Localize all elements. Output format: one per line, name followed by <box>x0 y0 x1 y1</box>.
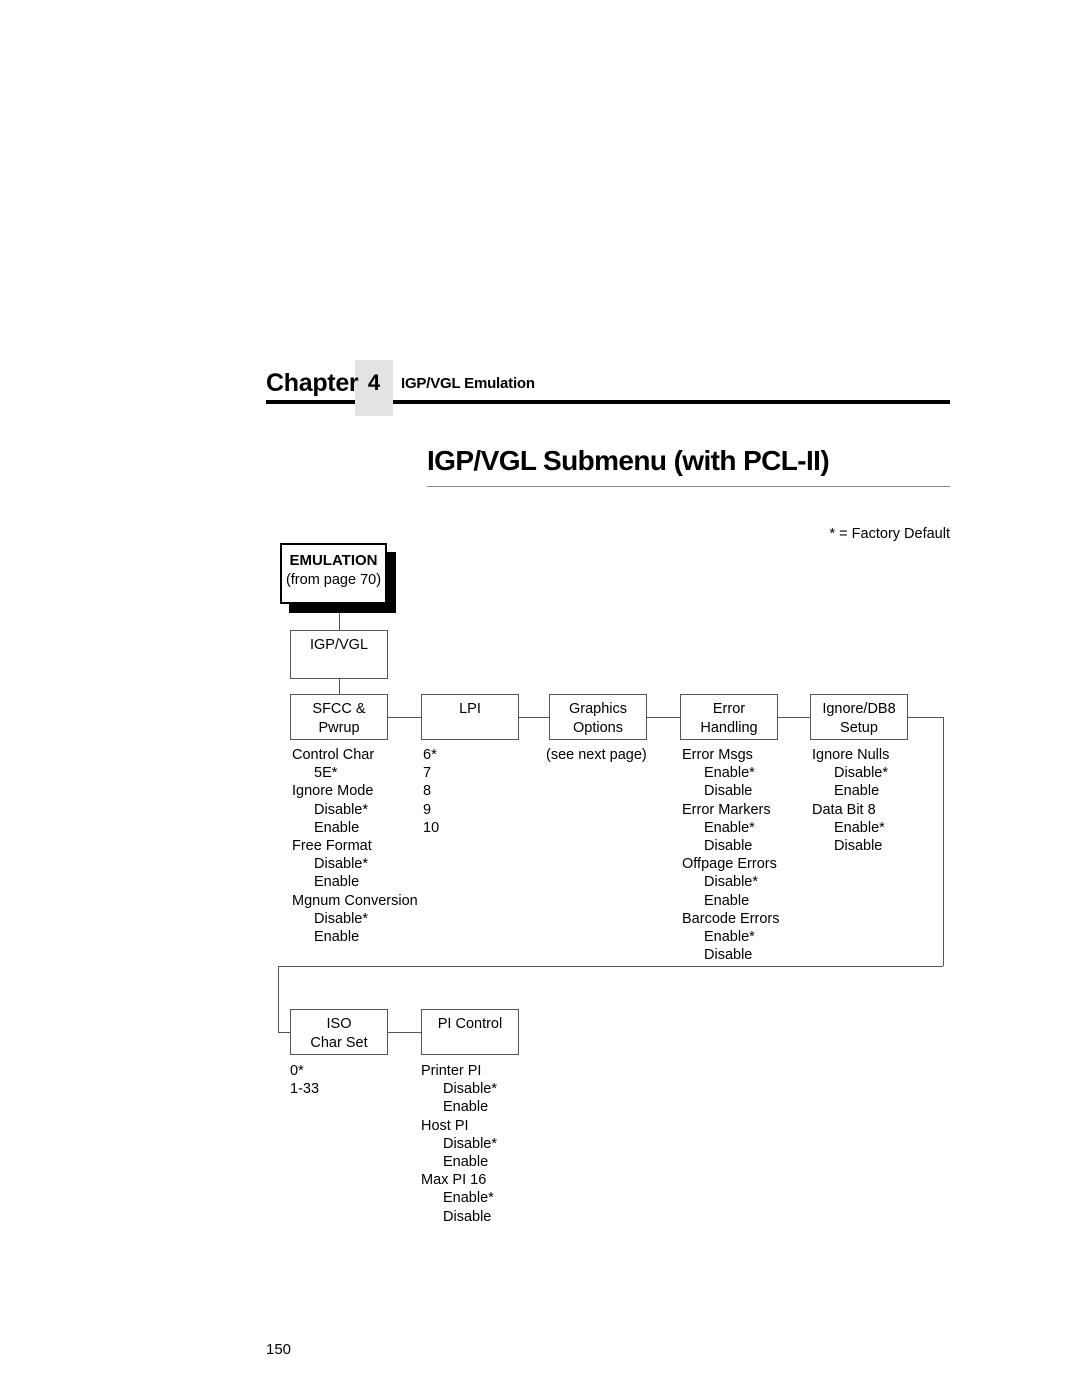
options-error-handling: Error Msgs Enable* Disable Error Markers Ena… <box>682 746 780 964</box>
connector-iso-to-pi-control <box>388 1032 421 1033</box>
page-number: 150 <box>266 1341 292 1358</box>
option-item[interactable]: Barcode Errors <box>682 910 780 928</box>
option-item[interactable]: Enable <box>292 819 418 837</box>
option-item[interactable]: 1-33 <box>290 1080 319 1098</box>
node-emulation-line1: EMULATION <box>289 552 378 569</box>
option-item[interactable]: Enable* <box>682 928 780 946</box>
option-item[interactable]: Error Markers <box>682 801 780 819</box>
options-iso-char-set: 0* 1-33 <box>290 1062 319 1098</box>
node-error-handling[interactable]: Error Handling <box>680 694 778 740</box>
connector-sfcc-to-lpi <box>388 717 421 718</box>
option-item[interactable]: Enable <box>421 1098 497 1116</box>
node-ignore-db8-setup-line2: Setup <box>840 719 878 736</box>
node-iso-char-set[interactable]: ISO Char Set <box>290 1009 388 1055</box>
option-item[interactable]: Disable <box>682 837 780 855</box>
options-graphics-options: (see next page) <box>546 746 647 764</box>
connector-wrap-right-vertical <box>943 717 944 966</box>
option-item[interactable]: Disable* <box>812 764 889 782</box>
option-item[interactable]: Disable* <box>421 1135 497 1153</box>
option-item[interactable]: Enable <box>292 873 418 891</box>
option-item[interactable]: Enable* <box>812 819 889 837</box>
node-lpi[interactable]: LPI <box>421 694 519 740</box>
node-igp-vgl-line1: IGP/VGL <box>309 637 369 653</box>
option-item[interactable]: Free Format <box>292 837 418 855</box>
option-item[interactable]: Disable* <box>292 910 418 928</box>
options-ignore-db8-setup: Ignore Nulls Disable* Enable Data Bit 8 Enab… <box>812 746 889 855</box>
options-pi-control: Printer PI Disable* Enable Host PI Disable* E… <box>421 1062 497 1226</box>
node-sfcc-pwrup-line2: Pwrup <box>318 719 360 736</box>
option-item[interactable]: Ignore Mode <box>292 782 418 800</box>
node-ignore-db8-setup-line1: Ignore/DB8 <box>822 701 896 717</box>
option-item[interactable]: Ignore Nulls <box>812 746 889 764</box>
option-item[interactable]: (see next page) <box>546 746 647 764</box>
option-item[interactable]: Error Msgs <box>682 746 780 764</box>
option-item[interactable]: Enable <box>292 928 418 946</box>
option-item[interactable]: Data Bit 8 <box>812 801 889 819</box>
node-error-handling-line2: Handling <box>700 719 758 736</box>
option-item[interactable]: 7 <box>423 764 439 782</box>
option-item[interactable]: Enable* <box>421 1189 497 1207</box>
option-item[interactable]: Offpage Errors <box>682 855 780 873</box>
option-item[interactable]: Host PI <box>421 1117 497 1135</box>
node-ignore-db8-setup[interactable]: Ignore/DB8 Setup <box>810 694 908 740</box>
node-pi-control[interactable]: PI Control <box>421 1009 519 1055</box>
option-item[interactable]: Control Char <box>292 746 418 764</box>
connector-lpi-to-graphics <box>519 717 549 718</box>
connector-wrap-top-segment <box>908 717 943 718</box>
option-item[interactable]: Enable* <box>682 819 780 837</box>
node-graphics-options[interactable]: Graphics Options <box>549 694 647 740</box>
option-item[interactable]: Disable <box>812 837 889 855</box>
options-sfcc-pwrup: Control Char 5E* Ignore Mode Disable* Enable… <box>292 746 418 946</box>
connector-wrap-bottom-segment <box>278 966 943 967</box>
node-sfcc-pwrup-line1: SFCC & <box>312 701 366 717</box>
option-item[interactable]: 8 <box>423 782 439 800</box>
node-emulation[interactable]: EMULATION (from page 70) <box>280 543 387 604</box>
node-lpi-line1: LPI <box>459 701 481 717</box>
option-item[interactable]: Enable <box>682 892 780 910</box>
node-graphics-options-line2: Options <box>573 719 623 736</box>
connector-error-to-ignoredb8 <box>778 717 810 718</box>
connector-wrap-into-iso <box>278 1032 290 1033</box>
connector-wrap-left-vertical <box>278 966 279 1032</box>
node-error-handling-line1: Error <box>712 701 746 717</box>
node-graphics-options-line1: Graphics <box>568 701 628 717</box>
option-item[interactable]: Disable <box>682 782 780 800</box>
option-item[interactable]: Disable* <box>682 873 780 891</box>
menu-tree-diagram: EMULATION (from page 70) IGP/VGL SFCC & … <box>0 0 1080 1397</box>
node-igp-vgl[interactable]: IGP/VGL <box>290 630 388 679</box>
connector-igpvgl-to-sfcc <box>339 679 340 694</box>
option-item[interactable]: 5E* <box>292 764 418 782</box>
option-item[interactable]: Disable <box>421 1208 497 1226</box>
option-item[interactable]: Disable <box>682 946 780 964</box>
option-item[interactable]: 9 <box>423 801 439 819</box>
option-item[interactable]: Disable* <box>421 1080 497 1098</box>
option-item[interactable]: Printer PI <box>421 1062 497 1080</box>
option-item[interactable]: Mgnum Conversion <box>292 892 418 910</box>
node-sfcc-pwrup[interactable]: SFCC & Pwrup <box>290 694 388 740</box>
option-item[interactable]: 10 <box>423 819 439 837</box>
node-pi-control-line1: PI Control <box>437 1016 503 1032</box>
node-iso-char-set-line1: ISO <box>326 1016 352 1032</box>
option-item[interactable]: Disable* <box>292 801 418 819</box>
connector-graphics-to-error <box>647 717 680 718</box>
option-item[interactable]: Max PI 16 <box>421 1171 497 1189</box>
option-item[interactable]: Disable* <box>292 855 418 873</box>
option-item[interactable]: Enable <box>421 1153 497 1171</box>
options-lpi: 6* 7 8 9 10 <box>423 746 439 837</box>
option-item[interactable]: 0* <box>290 1062 319 1080</box>
option-item[interactable]: Enable <box>812 782 889 800</box>
option-item[interactable]: 6* <box>423 746 439 764</box>
node-emulation-line2: (from page 70) <box>285 571 382 588</box>
option-item[interactable]: Enable* <box>682 764 780 782</box>
node-iso-char-set-line2: Char Set <box>310 1034 368 1051</box>
